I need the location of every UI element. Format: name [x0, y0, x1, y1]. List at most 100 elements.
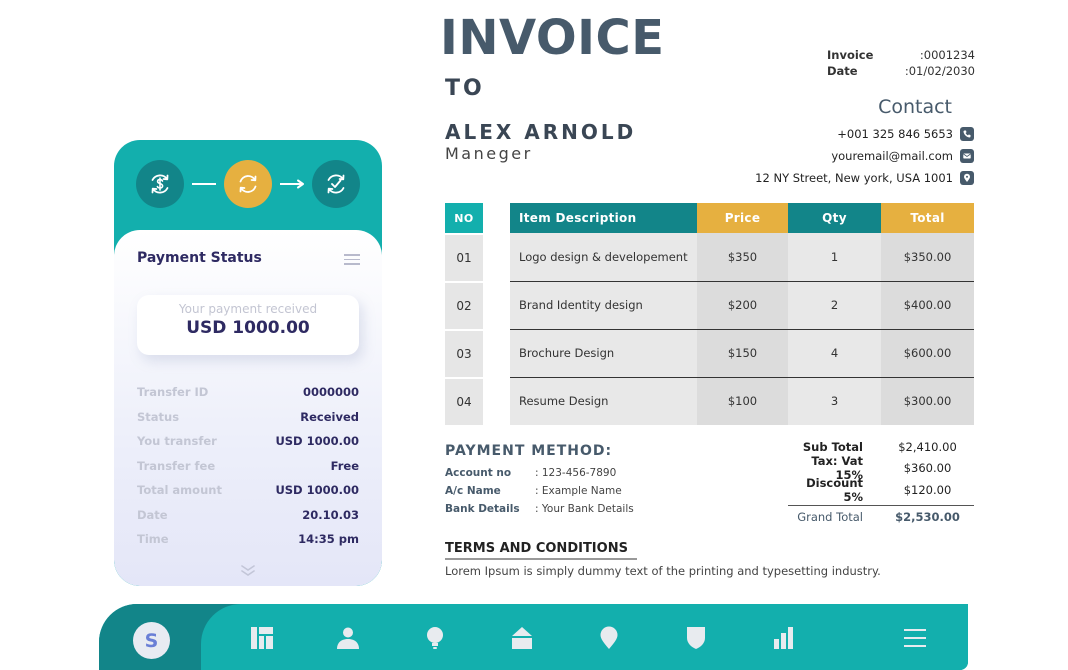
- nav-main-area: [201, 604, 968, 670]
- totals-summary: Sub Total $2,410.00 Tax: Vat 15% $360.00…: [788, 436, 974, 529]
- detail-label: Time: [137, 532, 169, 547]
- refresh-icon: [239, 175, 257, 193]
- user-icon[interactable]: [335, 625, 361, 651]
- row-number: 02: [445, 283, 483, 329]
- detail-value: USD 1000.00: [275, 434, 359, 449]
- item-price: $200: [697, 280, 788, 329]
- header-description: Item Description: [510, 203, 697, 233]
- row-number: 03: [445, 331, 483, 377]
- table-row: Brand Identity design $200 2 $400.00: [510, 280, 974, 329]
- item-description: Brand Identity design: [510, 280, 697, 329]
- menu-icon[interactable]: [344, 254, 360, 268]
- item-total: $350.00: [881, 233, 974, 281]
- mail-icon: [960, 149, 974, 163]
- pm-value: : Example Name: [535, 485, 622, 497]
- detail-value: 0000000: [302, 385, 359, 400]
- invoice-title: INVOICE: [440, 10, 665, 66]
- item-total: $400.00: [881, 280, 974, 329]
- table-row: Resume Design $100 3 $300.00: [510, 376, 974, 425]
- payment-method-title: PAYMENT METHOD:: [445, 443, 613, 459]
- item-description: Logo design & developement: [510, 233, 697, 281]
- detail-value: 14:35 pm: [298, 532, 359, 547]
- detail-value: 20.10.03: [302, 507, 359, 522]
- items-table: Item Description Price Qty Total Logo de…: [510, 203, 974, 425]
- client-role: Maneger: [445, 144, 533, 163]
- item-qty: 1: [788, 233, 881, 281]
- header-total: Total: [881, 203, 974, 233]
- bulb-icon[interactable]: [422, 625, 448, 651]
- pm-value: : Your Bank Details: [535, 503, 634, 515]
- home-icon[interactable]: [509, 625, 535, 651]
- received-amount: USD 1000.00: [186, 318, 310, 338]
- contact-text: +001 325 846 5653: [837, 127, 953, 141]
- payment-method-row: A/c Name : Example Name: [445, 482, 634, 500]
- detail-label: Total amount: [137, 483, 222, 498]
- menu-icon[interactable]: [902, 625, 928, 651]
- item-qty: 3: [788, 376, 881, 425]
- payment-status-widget: Payment Status Your payment received USD…: [114, 140, 382, 586]
- client-name: ALEX ARNOLD: [445, 120, 637, 144]
- pm-label: Account no: [445, 467, 512, 479]
- detail-row: Transfer ID 0000000: [137, 380, 359, 405]
- payment-method-row: Bank Details : Your Bank Details: [445, 500, 634, 518]
- header-qty: Qty: [788, 203, 881, 233]
- step-dollar-exchange: [136, 160, 184, 208]
- row-number: 04: [445, 379, 483, 425]
- table-row: Logo design & developement $350 1 $350.0…: [510, 233, 974, 281]
- contact-phone[interactable]: +001 325 846 5653: [755, 123, 974, 145]
- grand-total-row: Grand Total $2,530.00: [788, 504, 974, 529]
- detail-row: You transfer USD 1000.00: [137, 429, 359, 454]
- terms-text: Lorem Ipsum is simply dummy text of the …: [445, 564, 881, 578]
- detail-label: Date: [137, 507, 168, 522]
- meta-value: :0001234: [919, 48, 975, 62]
- detail-label: Transfer fee: [137, 458, 216, 473]
- payment-method-list: Account no : 123-456-7890 A/c Name : Exa…: [445, 464, 634, 518]
- detail-label: You transfer: [137, 434, 217, 449]
- detail-row: Transfer fee Free: [137, 454, 359, 479]
- detail-row: Total amount USD 1000.00: [137, 478, 359, 503]
- pm-label: A/c Name: [445, 485, 501, 497]
- discount-row: Discount 5% $120.00: [788, 475, 974, 504]
- contact-title: Contact: [878, 96, 952, 118]
- detail-row: Time 14:35 pm: [137, 527, 359, 552]
- detail-label: Transfer ID: [137, 385, 209, 400]
- detail-value: Free: [330, 458, 359, 473]
- item-description: Resume Design: [510, 376, 697, 425]
- total-label: Discount 5%: [806, 475, 863, 504]
- meta-label: Invoice: [827, 48, 874, 62]
- payment-steps: [136, 160, 360, 208]
- payment-status-card: Payment Status Your payment received USD…: [114, 230, 382, 586]
- terms-title: TERMS AND CONDITIONS: [445, 541, 637, 560]
- double-chevron-down-icon[interactable]: [239, 564, 257, 578]
- detail-row: Date 20.10.03: [137, 503, 359, 528]
- received-label: Your payment received: [178, 302, 318, 316]
- step-check: [312, 160, 360, 208]
- shield-icon[interactable]: [683, 625, 709, 651]
- detail-value: USD 1000.00: [275, 483, 359, 498]
- header-price: Price: [697, 203, 788, 233]
- dashboard-icon[interactable]: [249, 625, 275, 651]
- bar-chart-icon[interactable]: [770, 625, 796, 651]
- item-qty: 2: [788, 280, 881, 329]
- payment-status-title: Payment Status: [137, 250, 262, 266]
- meta-value: :01/02/2030: [904, 64, 975, 78]
- invoice-meta: Invoice :0001234 Date :01/02/2030: [827, 47, 975, 79]
- contact-email[interactable]: youremail@mail.com: [755, 145, 974, 167]
- detail-row: Status Received: [137, 405, 359, 430]
- number-column: NO 01 02 03 04: [445, 203, 483, 425]
- detail-value: Received: [300, 409, 359, 424]
- pm-label: Bank Details: [445, 503, 520, 515]
- contact-text: youremail@mail.com: [831, 149, 953, 163]
- meta-label: Date: [827, 64, 858, 78]
- avatar[interactable]: S: [133, 622, 170, 659]
- payment-received-box: Your payment received USD 1000.00: [137, 295, 359, 355]
- item-total: $300.00: [881, 376, 974, 425]
- payment-method-row: Account no : 123-456-7890: [445, 464, 634, 482]
- grand-total-value: $2,530.00: [895, 510, 960, 524]
- row-number: 01: [445, 235, 483, 281]
- contact-address[interactable]: 12 NY Street, New york, USA 1001: [755, 167, 974, 189]
- table-row: Brochure Design $150 4 $600.00: [510, 328, 974, 377]
- item-price: $100: [697, 376, 788, 425]
- contact-text: 12 NY Street, New york, USA 1001: [755, 171, 953, 185]
- location-pin-icon[interactable]: [596, 625, 622, 651]
